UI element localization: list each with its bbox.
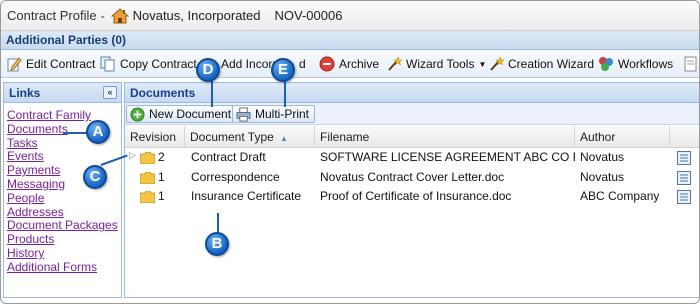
new-document-button[interactable]: New Document bbox=[126, 105, 238, 123]
cell-filename[interactable]: Novatus Contract Cover Letter.doc bbox=[320, 168, 575, 188]
archive-label: Archive bbox=[339, 57, 380, 71]
column-author[interactable]: Author bbox=[575, 126, 670, 148]
wizard-tools-label: Wizard Tools bbox=[406, 57, 475, 71]
folder-icon bbox=[140, 152, 155, 164]
links-panel: Links « Contract Family Documents Tasks … bbox=[3, 82, 122, 298]
additional-parties-bar[interactable]: Additional Parties (0) bbox=[1, 31, 699, 50]
grid-header: Revision Document Type ▲ Filename Author bbox=[125, 126, 699, 148]
edit-contract-button[interactable]: Edit Contract bbox=[6, 55, 95, 73]
callout-a: A bbox=[86, 120, 110, 144]
organization-name[interactable]: Novatus, Incorporated bbox=[133, 8, 261, 23]
collapse-icon[interactable]: « bbox=[103, 86, 117, 99]
wand-icon bbox=[388, 56, 402, 71]
details-icon[interactable] bbox=[677, 151, 691, 165]
folder-icon bbox=[140, 171, 155, 184]
cell-author: Novatus bbox=[580, 150, 625, 164]
link-documents[interactable]: Documents bbox=[7, 122, 68, 136]
workflows-label: Workflows bbox=[618, 57, 674, 71]
page-header: Contract Profile - Novatus, Incorporated… bbox=[1, 1, 699, 31]
link-addresses[interactable]: Addresses bbox=[7, 205, 64, 219]
folder-icon bbox=[140, 191, 155, 203]
links-panel-header: Links « bbox=[4, 83, 121, 103]
edit-contract-label: Edit Contract bbox=[26, 57, 96, 71]
workflow-icon bbox=[599, 57, 613, 71]
archive-button[interactable]: Archive bbox=[319, 55, 379, 73]
cell-author: Novatus bbox=[580, 169, 625, 184]
more-toolbar-icon[interactable] bbox=[683, 55, 699, 73]
documents-grid: Revision Document Type ▲ Filename Author… bbox=[125, 126, 699, 207]
add-circle-icon bbox=[130, 106, 145, 122]
cell-revision: 2 bbox=[158, 150, 165, 164]
copy-icon bbox=[100, 56, 115, 72]
link-additional-forms[interactable]: Additional Forms bbox=[7, 260, 97, 274]
link-payments[interactable]: Payments bbox=[7, 163, 60, 177]
cell-document-type: Insurance Certificate bbox=[191, 189, 302, 203]
cell-revision: 1 bbox=[158, 169, 165, 184]
cell-author: ABC Company bbox=[580, 189, 660, 203]
link-people[interactable]: People bbox=[7, 191, 44, 205]
chevron-down-icon: ▼ bbox=[478, 59, 487, 69]
page-title: Contract Profile bbox=[7, 8, 97, 23]
details-icon[interactable] bbox=[677, 170, 691, 185]
wand-icon bbox=[490, 56, 504, 71]
creation-wizard-label: Creation Wizard bbox=[508, 57, 595, 71]
new-document-label: New Document bbox=[149, 107, 232, 121]
link-document-packages[interactable]: Document Packages bbox=[7, 218, 118, 232]
title-separator: - bbox=[100, 8, 105, 23]
callout-d: D bbox=[196, 58, 220, 82]
contract-number: NOV-00006 bbox=[274, 8, 343, 23]
cell-revision: 1 bbox=[158, 189, 165, 203]
link-history[interactable]: History bbox=[7, 246, 44, 260]
creation-wizard-button[interactable]: Creation Wizard bbox=[488, 55, 594, 73]
home-icon bbox=[110, 7, 129, 23]
contract-toolbar: Edit Contract Copy Contract Add Incorp d… bbox=[1, 50, 699, 78]
cell-document-type: Contract Draft bbox=[191, 150, 266, 164]
wizard-tools-menu[interactable]: Wizard Tools ▼ bbox=[386, 55, 486, 73]
callout-e: E bbox=[271, 58, 295, 82]
cell-filename[interactable]: Proof of Certificate of Insurance.doc bbox=[320, 187, 575, 207]
edit-icon bbox=[7, 57, 22, 72]
details-icon[interactable] bbox=[677, 190, 691, 204]
contract-profile-window: Contract Profile - Novatus, Incorporated… bbox=[0, 0, 700, 304]
multi-print-label: Multi-Print bbox=[255, 107, 310, 121]
link-products[interactable]: Products bbox=[7, 232, 54, 246]
delete-circle-icon bbox=[319, 56, 335, 72]
cell-filename[interactable]: SOFTWARE LICENSE AGREEMENT ABC CO Rev 3.… bbox=[320, 148, 575, 168]
additional-parties-label: Additional Parties (0) bbox=[6, 33, 127, 47]
column-document-type[interactable]: Document Type ▲ bbox=[185, 126, 315, 148]
column-revision[interactable]: Revision bbox=[125, 126, 185, 148]
callout-d-line bbox=[211, 79, 213, 107]
link-messaging[interactable]: Messaging bbox=[7, 177, 65, 191]
add-incorporated-tail: d bbox=[299, 57, 306, 71]
column-filename[interactable]: Filename bbox=[315, 126, 575, 148]
table-row[interactable]: ▷ 2 Contract Draft SOFTWARE LICENSE AGRE… bbox=[125, 148, 699, 168]
copy-contract-button[interactable]: Copy Contract bbox=[100, 55, 197, 73]
links-title: Links bbox=[9, 85, 41, 100]
link-contract-family[interactable]: Contract Family bbox=[7, 108, 91, 122]
workflows-button[interactable]: Workflows bbox=[598, 55, 673, 73]
table-row[interactable]: 1 Correspondence Novatus Contract Cover … bbox=[125, 168, 699, 188]
copy-contract-label: Copy Contract bbox=[120, 57, 197, 71]
callout-e-line bbox=[284, 79, 286, 107]
documents-panel: Documents New Document Multi-Print Revis… bbox=[124, 82, 699, 298]
link-tasks[interactable]: Tasks bbox=[7, 136, 38, 150]
link-events[interactable]: Events bbox=[7, 149, 44, 163]
cell-document-type: Correspondence bbox=[191, 169, 280, 184]
column-actions bbox=[670, 126, 699, 148]
multi-print-button[interactable]: Multi-Print bbox=[232, 105, 316, 123]
callout-b: B bbox=[205, 232, 229, 256]
documents-title: Documents bbox=[130, 85, 196, 100]
callout-c: C bbox=[83, 165, 107, 189]
expand-arrow-icon[interactable]: ▷ bbox=[129, 150, 136, 161]
printer-icon bbox=[236, 106, 251, 122]
sort-ascending-icon: ▲ bbox=[280, 134, 289, 143]
table-row[interactable]: 1 Insurance Certificate Proof of Certifi… bbox=[125, 187, 699, 207]
